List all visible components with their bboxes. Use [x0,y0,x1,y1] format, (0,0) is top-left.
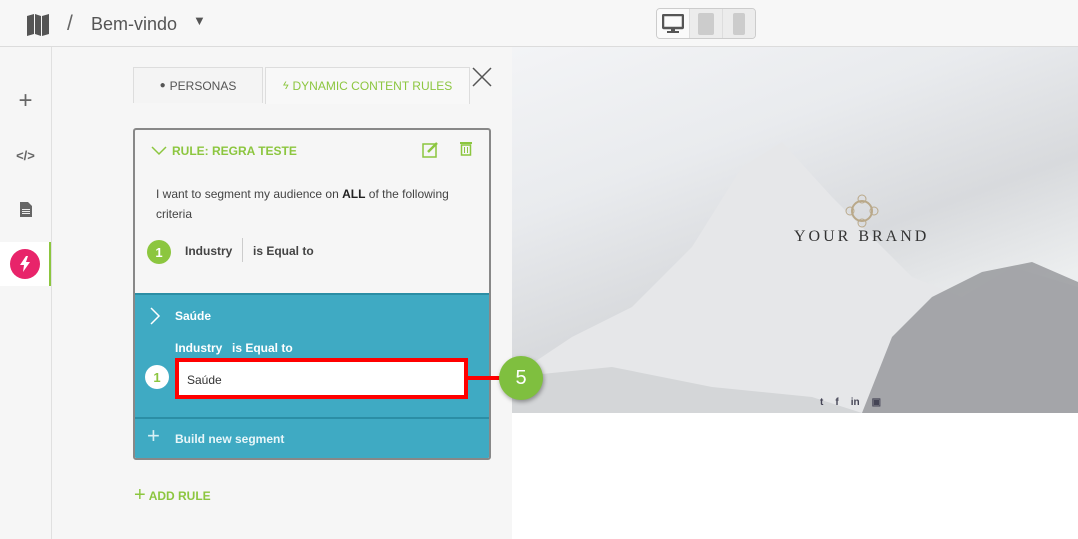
chevron-right-icon[interactable] [149,307,161,325]
segment-number: 1 [145,365,169,389]
segment-section: Saúde Industry is Equal to 1 Saúde + Bui… [135,293,489,458]
mobile-icon [733,12,745,35]
rule-card: RULE: REGRA TESTE I want to segment my a… [133,128,491,460]
criteria-number: 1 [147,240,171,264]
code-icon[interactable]: </> [0,133,51,177]
segment-title: Saúde [175,309,212,323]
desktop-icon [662,13,684,33]
divider [135,417,489,419]
segment-value-input[interactable]: Saúde [175,358,468,399]
rule-description: I want to segment my audience on ALL of … [156,187,449,221]
rule-title: RULE: REGRA TESTE [172,144,297,158]
social-icons: t f in ▣ [820,397,881,408]
criteria-operator: is Equal to [253,244,314,258]
brand-name: YOUR BRAND [794,228,930,245]
breadcrumb-separator: / [67,12,73,35]
desktop-view-button[interactable] [657,9,690,38]
lightning-icon [9,249,40,279]
map-icon[interactable] [26,13,50,37]
tablet-view-button[interactable] [690,9,723,38]
youtube-icon[interactable]: ▣ [872,397,881,408]
user-icon: ● [159,80,166,91]
criteria-field: Industry [185,244,233,258]
facebook-icon[interactable]: f [835,397,838,408]
hero-image: YOUR BRAND t f in ▣ [512,47,1078,413]
callout-connector [467,376,501,380]
close-icon[interactable] [472,67,492,87]
callout-badge: 5 [499,356,543,400]
device-toggle [656,8,756,39]
build-new-segment-button[interactable]: Build new segment [175,432,284,446]
tab-personas[interactable]: ● PERSONAS [133,67,263,103]
chevron-down-icon[interactable] [151,146,167,156]
twitter-icon[interactable]: t [820,397,823,408]
tab-dynamic-content-rules[interactable]: ϟ DYNAMIC CONTENT RULES [265,67,470,104]
add-rule-button[interactable]: + ADD RULE [134,484,211,507]
tablet-icon [698,12,714,35]
plus-icon: + [147,423,160,448]
segment-field: Industry [175,341,223,355]
sidebar-item-dynamic-content[interactable] [0,242,51,286]
document-icon[interactable] [0,187,51,231]
plus-icon[interactable]: + [0,79,51,123]
sidebar: + </> [0,47,52,539]
lightning-icon: ϟ [282,80,289,92]
brand-logo [845,194,879,228]
linkedin-icon[interactable]: in [851,397,860,408]
email-preview: YOUR BRAND t f in ▣ [512,47,1078,539]
segment-operator: is Equal to [232,341,293,355]
divider [242,238,243,262]
page-title[interactable]: Bem-vindo [91,14,177,35]
top-bar: / Bem-vindo ▼ [0,0,1078,47]
edit-icon[interactable] [422,141,439,158]
mobile-view-button[interactable] [723,9,755,38]
plus-icon: + [134,484,146,506]
chevron-down-icon[interactable]: ▼ [193,13,206,28]
trash-icon[interactable] [460,141,472,156]
